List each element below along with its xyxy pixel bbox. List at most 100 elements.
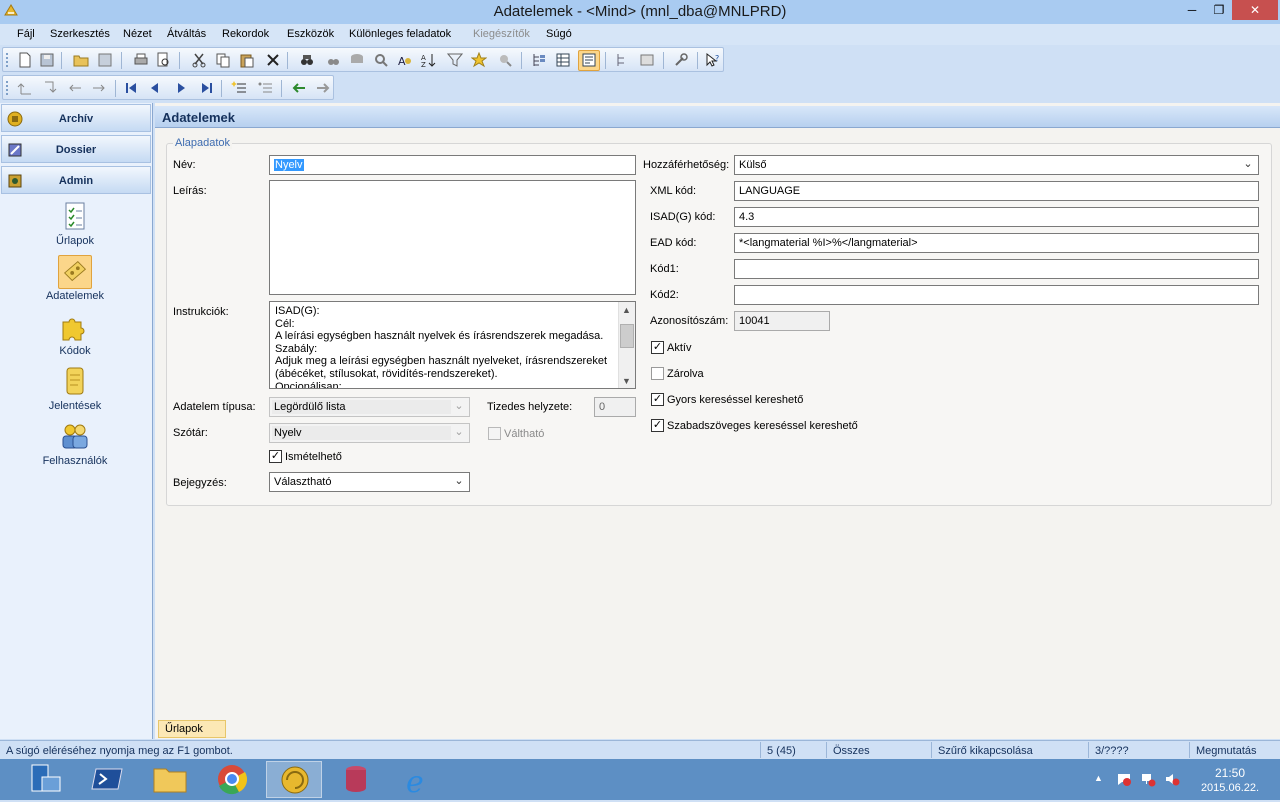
minimize-button[interactable]: ─	[1178, 0, 1206, 20]
open-folder-icon[interactable]	[73, 52, 89, 68]
delete-icon[interactable]	[265, 52, 281, 68]
history-forward-icon[interactable]	[315, 80, 331, 96]
ead-field[interactable]: *<langmaterial %I>%</langmaterial>	[734, 233, 1259, 253]
menu-special-tasks[interactable]: Különleges feladatok	[349, 28, 451, 40]
favorite-star-icon[interactable]	[471, 52, 487, 68]
cut-icon[interactable]	[191, 52, 207, 68]
ismetelheto-checkbox[interactable]: ✓	[269, 450, 282, 463]
szotar-select[interactable]: Nyelv ⌄	[269, 423, 470, 443]
nev-field[interactable]: Nyelv	[269, 155, 636, 175]
list-records-icon[interactable]	[257, 80, 273, 96]
sidebar-item-adatelemek[interactable]: Adatelemek	[20, 255, 130, 311]
previous-record-icon[interactable]	[147, 80, 163, 96]
taskbar-powershell[interactable]	[80, 761, 136, 798]
scroll-up-icon[interactable]: ▲	[622, 305, 631, 315]
last-record-icon[interactable]	[199, 80, 215, 96]
zarolva-checkbox[interactable]	[651, 367, 664, 380]
kod2-field[interactable]	[734, 285, 1259, 305]
toolbar-grip[interactable]	[6, 81, 9, 95]
sidebar-group-admin[interactable]: Admin	[1, 166, 151, 194]
menu-edit[interactable]: Szerkesztés	[50, 28, 110, 40]
search-replace-icon[interactable]	[373, 52, 389, 68]
print-preview-icon[interactable]	[155, 52, 171, 68]
form-view-icon[interactable]	[581, 52, 597, 68]
search-text-icon[interactable]: A	[397, 52, 413, 68]
isad-field[interactable]: 4.3	[734, 207, 1259, 227]
clock-date[interactable]: 2015.06.22.	[1194, 782, 1266, 794]
volume-muted-icon[interactable]	[1164, 771, 1180, 787]
level-up-icon[interactable]	[17, 80, 33, 96]
valthato-checkbox[interactable]	[488, 427, 501, 440]
kod1-field[interactable]	[734, 259, 1259, 279]
xml-field[interactable]: LANGUAGE	[734, 181, 1259, 201]
sort-icon[interactable]: AZ	[421, 52, 437, 68]
search-db-icon[interactable]	[349, 52, 365, 68]
table-view-icon[interactable]	[555, 52, 571, 68]
close-button[interactable]: ✕	[1232, 0, 1278, 20]
toolbar-grip[interactable]	[6, 53, 9, 67]
taskbar-server-manager[interactable]	[18, 761, 74, 798]
title-bar[interactable]: Adatelemek - <Mind> (mnl_dba@MNLPRD) ─ ❐…	[0, 0, 1280, 24]
history-back-icon[interactable]	[291, 80, 307, 96]
tizedes-field[interactable]: 0	[594, 397, 636, 417]
status-filter-off[interactable]: Szűrő kikapcsolása	[938, 745, 1033, 757]
szabadszoveges-checkbox[interactable]: ✓	[651, 419, 664, 432]
menu-switch[interactable]: Átváltás	[167, 28, 206, 40]
tab-urlapok[interactable]: Űrlapok	[158, 720, 226, 738]
status-all[interactable]: Összes	[833, 745, 870, 757]
properties-icon[interactable]	[639, 52, 655, 68]
sidebar-item-jelentesek[interactable]: Jelentések	[20, 365, 130, 421]
menu-file[interactable]: Fájl	[17, 28, 35, 40]
level-down-icon[interactable]	[41, 80, 57, 96]
print-icon[interactable]	[133, 52, 149, 68]
sidebar-group-dossier[interactable]: Dossier	[1, 135, 151, 163]
forward-arrow-icon[interactable]	[91, 80, 107, 96]
filter-icon[interactable]	[447, 52, 463, 68]
menu-help[interactable]: Súgó	[546, 28, 572, 40]
save-icon[interactable]	[39, 52, 55, 68]
advanced-search-icon[interactable]	[497, 52, 513, 68]
context-help-icon[interactable]: ?	[705, 52, 721, 68]
menu-tools[interactable]: Eszközök	[287, 28, 334, 40]
action-center-icon[interactable]	[1116, 771, 1132, 787]
aktiv-checkbox[interactable]: ✓	[651, 341, 664, 354]
bejegyzes-select[interactable]: Választható ⌄	[269, 472, 470, 492]
new-document-icon[interactable]	[17, 52, 33, 68]
taskbar-chrome[interactable]	[204, 761, 260, 798]
sidebar-group-archiv[interactable]: Archív	[1, 104, 151, 132]
taskbar-database[interactable]	[328, 761, 384, 798]
back-arrow-icon[interactable]	[67, 80, 83, 96]
first-record-icon[interactable]	[123, 80, 139, 96]
save-as-icon[interactable]	[97, 52, 113, 68]
menu-view[interactable]: Nézet	[123, 28, 152, 40]
menu-addons[interactable]: Kiegészítők	[473, 28, 530, 40]
new-record-icon[interactable]	[231, 80, 247, 96]
find-icon[interactable]	[299, 52, 315, 68]
status-show[interactable]: Megmutatás	[1196, 745, 1257, 757]
taskbar-mind-app[interactable]	[266, 761, 322, 798]
next-record-icon[interactable]	[173, 80, 189, 96]
instrukciok-textarea[interactable]: ISAD(G): Cél: A leírási egységben haszná…	[269, 301, 636, 389]
restore-button[interactable]: ❐	[1205, 0, 1233, 20]
gyors-kereses-checkbox[interactable]: ✓	[651, 393, 664, 406]
sidebar-item-felhasznalok[interactable]: Felhasználók	[20, 420, 130, 476]
tipus-select[interactable]: Legördülő lista ⌄	[269, 397, 470, 417]
tree-view-icon[interactable]	[531, 52, 547, 68]
find-next-icon[interactable]	[325, 52, 341, 68]
sidebar-item-kodok[interactable]: Kódok	[20, 310, 130, 366]
hozzaferhetoseg-select[interactable]: Külső ⌄	[734, 155, 1259, 175]
show-hidden-icons-icon[interactable]: ▲	[1094, 773, 1103, 783]
clock-time[interactable]: 21:50	[1200, 766, 1260, 780]
leiras-textarea[interactable]	[269, 180, 636, 295]
copy-icon[interactable]	[215, 52, 231, 68]
scroll-thumb[interactable]	[620, 324, 634, 348]
instrukciok-scrollbar[interactable]: ▲ ▼	[618, 302, 635, 388]
taskbar-internet-explorer[interactable]: e	[390, 761, 446, 800]
network-icon[interactable]	[1140, 771, 1156, 787]
taskbar-file-explorer[interactable]	[142, 761, 198, 798]
menu-records[interactable]: Rekordok	[222, 28, 269, 40]
hierarchy-icon[interactable]	[615, 52, 631, 68]
paste-icon[interactable]	[239, 52, 255, 68]
settings-wrench-icon[interactable]	[673, 52, 689, 68]
azonosito-field[interactable]: 10041	[734, 311, 830, 331]
